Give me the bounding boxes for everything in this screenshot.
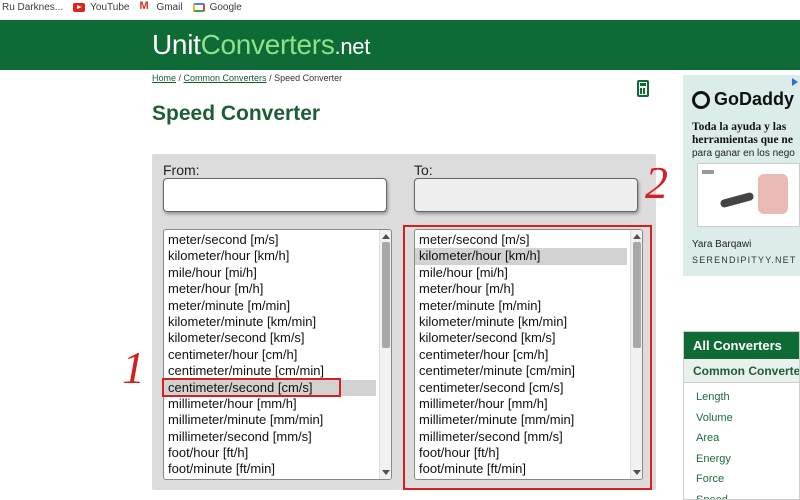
bookmark-label: Ru Darknes... bbox=[2, 1, 64, 13]
annotation-step-1: 1 bbox=[122, 342, 145, 393]
advertisement[interactable]: GoDaddy Toda la ayuda y las herramientas… bbox=[683, 75, 800, 276]
annotation-step-2: 2 bbox=[645, 157, 668, 208]
breadcrumb-home[interactable]: Home bbox=[152, 73, 176, 83]
bookmark-ru-darkness[interactable]: Ru Darknes... bbox=[2, 2, 63, 13]
scroll-down-arrow-icon[interactable] bbox=[382, 470, 390, 475]
logo-part-unit: Unit bbox=[152, 29, 201, 60]
breadcrumb-current: Speed Converter bbox=[274, 73, 343, 83]
ad-image-figure bbox=[758, 174, 788, 214]
from-label: From: bbox=[163, 162, 200, 178]
from-unit-option[interactable]: kilometer/minute [km/min] bbox=[164, 314, 376, 330]
ad-headline-2: herramientas que ne bbox=[692, 134, 793, 146]
bookmark-label: Google bbox=[209, 1, 242, 13]
from-list-scrollbar[interactable] bbox=[379, 230, 391, 479]
breadcrumb: Home / Common Converters / Speed Convert… bbox=[152, 73, 342, 83]
all-converters-sidebar: All Converters Common Converte Length Vo… bbox=[683, 331, 800, 500]
ad-brand: GoDaddy bbox=[692, 89, 794, 110]
scrollbar-thumb[interactable] bbox=[382, 242, 390, 348]
ad-image-caption bbox=[702, 170, 714, 174]
from-unit-option[interactable]: centimeter/hour [cm/h] bbox=[164, 347, 376, 363]
site-header: UnitConverters.net bbox=[0, 20, 800, 70]
from-unit-option[interactable]: millimeter/minute [mm/min] bbox=[164, 412, 376, 428]
ad-choices-icon[interactable] bbox=[792, 78, 798, 86]
from-unit-option[interactable]: millimeter/hour [mm/h] bbox=[164, 396, 376, 412]
calculator-icon[interactable] bbox=[637, 80, 649, 97]
highlight-to-list bbox=[403, 225, 652, 490]
bookmarks-bar: Ru Darknes... YouTube Gmail Google bbox=[0, 0, 800, 14]
bookmark-label: YouTube bbox=[90, 1, 130, 13]
breadcrumb-separator: / bbox=[176, 73, 184, 83]
ad-person-name: Yara Barqawi bbox=[692, 239, 752, 250]
sidebar-item-speed[interactable]: Speed bbox=[684, 490, 799, 499]
from-unit-option[interactable]: meter/minute [m/min] bbox=[164, 298, 376, 314]
from-unit-options: meter/second [m/s] kilometer/hour [km/h]… bbox=[164, 230, 391, 478]
from-unit-option[interactable]: foot/minute [ft/min] bbox=[164, 461, 376, 477]
logo-part-converters: Converters bbox=[200, 29, 335, 60]
from-value-input[interactable] bbox=[163, 178, 387, 212]
logo-part-net: .net bbox=[334, 34, 371, 59]
ad-brand-name: GoDaddy bbox=[714, 89, 795, 109]
bookmark-label: Gmail bbox=[156, 1, 183, 13]
from-unit-option[interactable]: meter/second [m/s] bbox=[164, 232, 376, 248]
highlight-from-selection bbox=[162, 378, 341, 397]
page-title: Speed Converter bbox=[152, 102, 321, 125]
breadcrumb-common-converters[interactable]: Common Converters bbox=[184, 73, 267, 83]
site-logo[interactable]: UnitConverters.net bbox=[152, 29, 370, 61]
sidebar-heading: All Converters bbox=[684, 332, 799, 359]
from-unit-option[interactable]: millimeter/second [mm/s] bbox=[164, 429, 376, 445]
ad-image-figure bbox=[719, 191, 755, 209]
ad-headline-1: Toda la ayuda y las bbox=[692, 121, 787, 133]
from-unit-option[interactable]: mile/hour [mi/h] bbox=[164, 265, 376, 281]
to-label: To: bbox=[414, 162, 433, 178]
sidebar-item-volume[interactable]: Volume bbox=[684, 408, 799, 429]
ad-subline: para ganar en los nego bbox=[692, 148, 795, 159]
youtube-icon bbox=[73, 2, 86, 12]
from-unit-option[interactable]: kilometer/hour [km/h] bbox=[164, 248, 376, 264]
sidebar-list: Length Volume Area Energy Force Speed bbox=[684, 383, 799, 499]
sidebar-subheading[interactable]: Common Converte bbox=[684, 359, 799, 383]
from-unit-option[interactable]: kilometer/second [km/s] bbox=[164, 330, 376, 346]
bookmark-google[interactable]: Google bbox=[192, 1, 242, 13]
breadcrumb-separator: / bbox=[266, 73, 275, 83]
to-value-output bbox=[414, 178, 638, 212]
sidebar-item-length[interactable]: Length bbox=[684, 387, 799, 408]
google-icon bbox=[192, 2, 205, 12]
sidebar-item-area[interactable]: Area bbox=[684, 428, 799, 449]
from-unit-option[interactable]: meter/hour [m/h] bbox=[164, 281, 376, 297]
from-unit-option[interactable]: foot/hour [ft/h] bbox=[164, 445, 376, 461]
scroll-up-arrow-icon[interactable] bbox=[382, 234, 390, 239]
ad-site-url: SERENDIPITYY.NET bbox=[692, 255, 797, 265]
from-unit-list[interactable]: meter/second [m/s] kilometer/hour [km/h]… bbox=[163, 229, 392, 480]
ad-image bbox=[697, 163, 800, 227]
godaddy-logo-icon bbox=[692, 90, 710, 109]
bookmark-gmail[interactable]: Gmail bbox=[139, 0, 183, 13]
gmail-icon bbox=[139, 0, 151, 12]
bookmark-youtube[interactable]: YouTube bbox=[73, 2, 129, 13]
sidebar-item-force[interactable]: Force bbox=[684, 469, 799, 490]
sidebar-item-energy[interactable]: Energy bbox=[684, 449, 799, 470]
